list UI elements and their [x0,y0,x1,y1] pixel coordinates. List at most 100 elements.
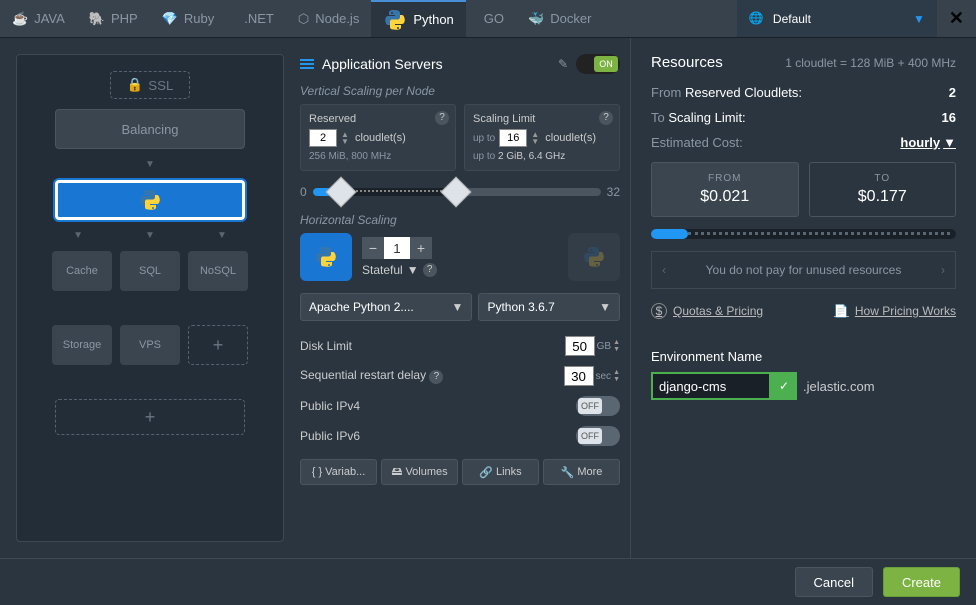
slider-max: 32 [607,185,620,199]
edit-icon[interactable]: ✎ [558,57,568,71]
ipv6-toggle[interactable] [576,426,620,446]
cost-mode-label: hourly [900,135,940,150]
pricing-link[interactable]: 📄How Pricing Works [834,303,956,319]
spinner-icon[interactable]: ▲▼ [613,369,620,383]
prev-icon[interactable]: ‹ [662,263,666,277]
volumes-tab[interactable]: 🖴Volumes [381,459,458,485]
disk-limit-label: Disk Limit [300,339,565,353]
spinner-icon[interactable]: ▲▼ [613,339,620,353]
python-icon [582,245,606,269]
increment-button[interactable]: + [410,237,432,259]
region-select[interactable]: 🌐 Default ▼ [737,0,937,37]
footer: Cancel Create [0,558,976,605]
ipv4-toggle[interactable] [576,396,620,416]
help-icon[interactable]: ? [429,370,443,384]
cancel-button[interactable]: Cancel [795,567,873,597]
node-badge[interactable] [300,233,352,281]
reserved-input[interactable] [309,129,337,147]
help-icon[interactable]: ? [423,263,437,277]
cost-mode-select[interactable]: hourly ▼ [900,135,956,150]
limit-input[interactable] [499,129,527,147]
from-value: 2 [949,85,956,100]
slider-handle-reserved[interactable] [325,176,356,207]
storage-node[interactable]: Storage [52,325,112,365]
sql-node[interactable]: SQL [120,251,180,291]
restart-input[interactable] [564,366,594,386]
tab-label: PHP [111,11,138,26]
php-icon: 🐘 [89,11,105,27]
globe-icon: 🌐 [749,11,765,27]
version-label: Python 3.6.7 [487,300,554,314]
arrow-down-icon: ▼ [73,230,83,241]
node-count-input[interactable] [384,237,410,259]
quotas-link[interactable]: $Quotas & Pricing [651,303,763,319]
tab-python[interactable]: Python [371,0,465,37]
cloudlet-slider[interactable] [313,188,601,196]
slider-handle-limit[interactable] [441,176,472,207]
more-tab[interactable]: 🔧More [543,459,620,485]
node-label: SQL [139,265,161,277]
env-name-input[interactable] [651,372,771,400]
cost-slider [651,229,956,239]
horizontal-scaling-label: Horizontal Scaling [300,213,620,227]
tab-java[interactable]: ☕JAVA [0,0,77,37]
disk-input[interactable] [565,336,595,356]
to-value: 16 [942,110,956,125]
tab-ruby[interactable]: 💎Ruby [150,0,227,37]
cost-from-label: FROM [662,173,788,184]
tab-label: GO [484,11,504,26]
tab-go[interactable]: GO [466,0,516,37]
chevron-down-icon: ▼ [599,300,611,314]
appserver-node[interactable] [55,180,245,220]
python-icon [383,8,407,32]
add-node-button[interactable]: + [188,325,248,365]
appserver-toggle[interactable] [576,54,620,74]
stack-select[interactable]: Apache Python 2....▼ [300,293,472,321]
close-button[interactable]: ✕ [937,0,976,37]
tab-php[interactable]: 🐘 PHP [77,0,150,37]
tab-label: .NET [244,11,274,26]
node-label: VPS [139,339,161,351]
region-label: Default [773,12,811,26]
limit-title: Scaling Limit [473,113,611,125]
nosql-node[interactable]: NoSQL [188,251,248,291]
link-label: How Pricing Works [855,304,956,318]
links-tab[interactable]: 🔗Links [462,459,539,485]
tab-node[interactable]: ⬡ Node.js [286,0,371,37]
tab-label: Node.js [315,11,359,26]
help-icon[interactable]: ? [599,111,613,125]
node-label: Cache [66,265,98,277]
node-icon: ⬡ [298,11,309,27]
add-layer-button[interactable]: + [55,399,245,435]
python-icon [314,245,338,269]
cost-label: Estimated Cost: [651,135,743,150]
variables-tab[interactable]: { }Variab... [300,459,377,485]
java-icon: ☕ [12,11,28,27]
menu-icon[interactable] [300,59,314,69]
scaling-mode-select[interactable]: Stateful ▼ ? [362,263,437,277]
vps-node[interactable]: VPS [120,325,180,365]
to-label: To [651,110,665,125]
version-select[interactable]: Python 3.6.7 ▼ [478,293,620,321]
balancing-node[interactable]: Balancing [55,109,245,149]
ssl-button[interactable]: 🔒SSL [110,71,190,99]
tab-label: Links [496,466,522,478]
help-icon[interactable]: ? [435,111,449,125]
cache-node[interactable]: Cache [52,251,112,291]
spinner-icon[interactable]: ▲▼ [531,131,541,145]
unit-label: cloudlet(s) [355,132,406,144]
language-tabs: ☕JAVA 🐘 PHP 💎Ruby .NET ⬡ Node.js Python GO… [0,0,976,38]
create-button[interactable]: Create [883,567,960,597]
dollar-icon: $ [651,303,667,319]
node-count-stepper[interactable]: − + [362,237,437,259]
tab-label: Ruby [184,11,214,26]
tab-docker[interactable]: 🐳Docker [516,0,603,37]
decrement-button[interactable]: − [362,237,384,259]
unit: GB [597,341,611,352]
spinner-icon[interactable]: ▲▼ [341,131,351,145]
vertical-scaling-label: Vertical Scaling per Node [300,84,620,98]
link-icon: 🔗 [479,466,493,479]
wrench-icon: 🔧 [561,466,575,479]
tab-dotnet[interactable]: .NET [226,0,286,37]
next-icon[interactable]: › [941,263,945,277]
